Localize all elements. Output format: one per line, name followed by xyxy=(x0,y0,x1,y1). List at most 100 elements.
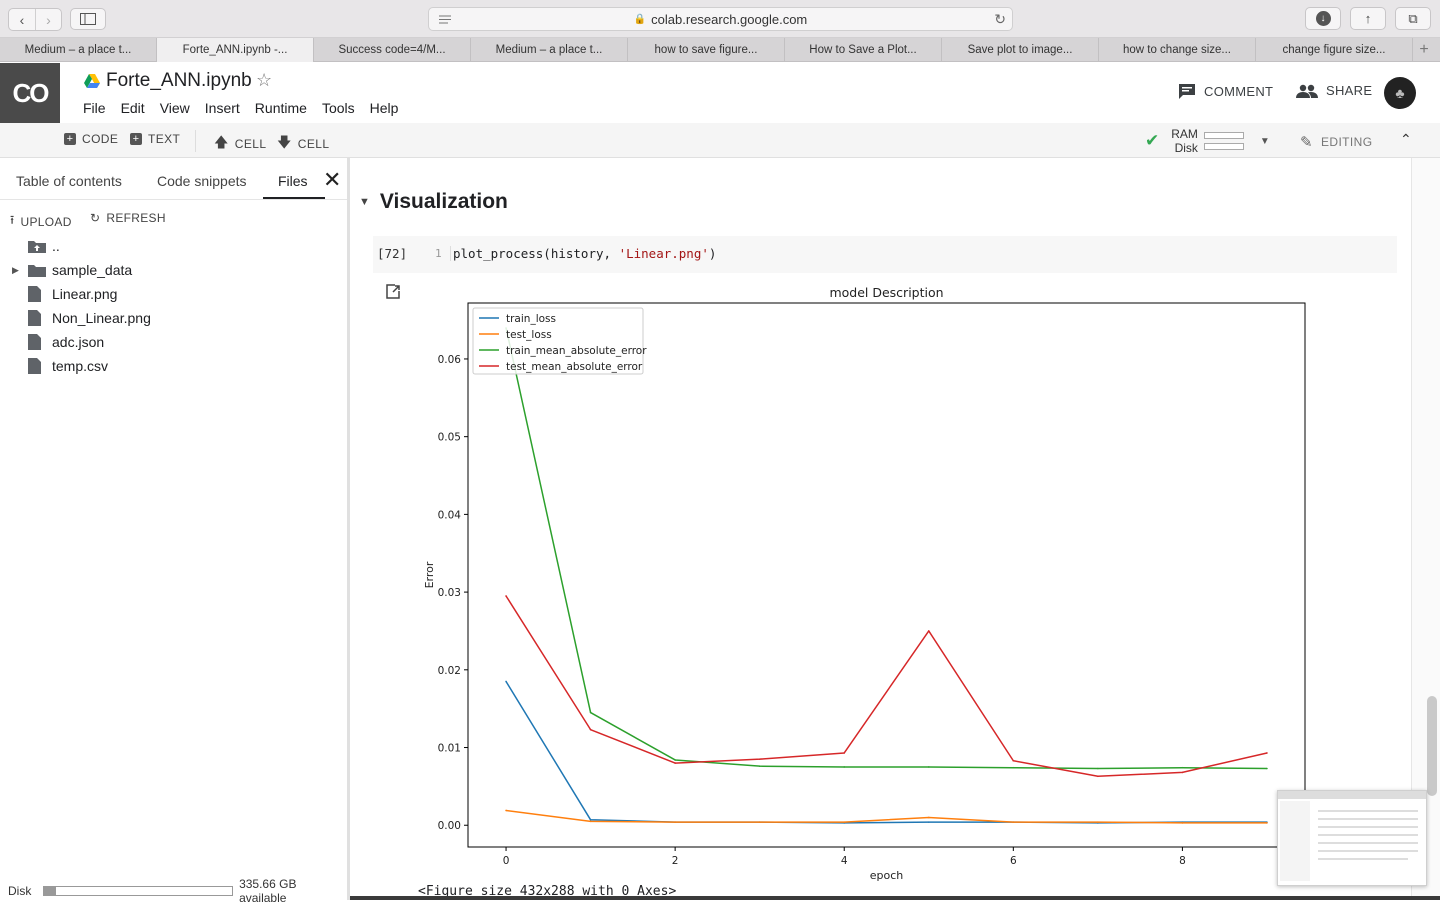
browser-tab[interactable]: Save plot to image... xyxy=(942,38,1099,62)
menu-view[interactable]: View xyxy=(160,100,190,116)
browser-tab[interactable]: change figure size... xyxy=(1256,38,1413,62)
file-name: Non_Linear.png xyxy=(52,310,151,326)
line-chart: model Description 0 2 4 6 8 0.00 0.01 0.02 0.03 0.… xyxy=(423,285,1306,882)
data-point xyxy=(674,762,676,764)
disk-usage: Disk 335.66 GB available xyxy=(8,877,347,905)
menu-tools[interactable]: Tools xyxy=(322,100,355,116)
back-button[interactable]: ‹ xyxy=(9,9,35,30)
code-cell[interactable]: [72] 1 plot_process(history, 'Linear.png… xyxy=(373,236,1397,273)
code-editor[interactable]: plot_process(history, 'Linear.png') xyxy=(450,246,716,261)
menu-insert[interactable]: Insert xyxy=(205,100,240,116)
ram-meter xyxy=(1203,132,1244,139)
x-tick-label: 6 xyxy=(1010,855,1017,867)
browser-tab[interactable]: How to Save a Plot... xyxy=(785,38,942,62)
output-icon[interactable] xyxy=(385,284,401,300)
collapse-section-icon[interactable]: ▼ xyxy=(359,196,370,208)
file-item-sample-data[interactable]: ▶ sample_data xyxy=(12,259,132,281)
pencil-icon: ✎ xyxy=(1300,134,1313,151)
add-code-button[interactable]: + CODE xyxy=(64,132,118,146)
tab-table-of-contents[interactable]: Table of contents xyxy=(16,173,122,189)
move-up-label: CELL xyxy=(234,137,267,151)
comment-icon xyxy=(1179,84,1195,99)
expand-icon[interactable]: ▶ xyxy=(12,265,28,276)
file-icon xyxy=(28,358,52,374)
tab-code-snippets[interactable]: Code snippets xyxy=(157,173,247,189)
resource-indicator[interactable]: ✔ RAM Disk ▼ xyxy=(1145,127,1270,155)
add-text-button[interactable]: + TEXT xyxy=(130,132,180,146)
data-point xyxy=(1266,767,1268,770)
share-browser-button[interactable]: ↑ xyxy=(1350,7,1386,30)
tab-files[interactable]: Files xyxy=(278,173,308,189)
data-point xyxy=(927,816,930,819)
data-point xyxy=(1097,767,1099,770)
data-point xyxy=(758,821,761,823)
colab-logo[interactable]: CO xyxy=(0,63,60,123)
data-point xyxy=(1181,822,1184,824)
browser-tab[interactable]: how to change size... xyxy=(1099,38,1256,62)
upload-button[interactable]: ⭱ UPLOAD xyxy=(10,211,72,232)
x-axis-label: epoch xyxy=(870,869,904,882)
browser-tab[interactable]: how to save figure... xyxy=(628,38,785,62)
file-item-parent[interactable]: .. xyxy=(12,235,60,257)
y-tick-label: 0.03 xyxy=(438,587,461,599)
data-point xyxy=(927,630,930,632)
file-item-adc-json[interactable]: adc.json xyxy=(12,331,104,353)
code-close: ) xyxy=(708,246,717,261)
data-point xyxy=(1012,766,1015,769)
file-item-non-linear-png[interactable]: Non_Linear.png xyxy=(12,307,151,329)
downloads-button[interactable]: ↓ xyxy=(1305,7,1341,30)
check-icon: ✔ xyxy=(1145,131,1160,150)
share-button[interactable]: SHARE xyxy=(1296,83,1372,98)
comment-button[interactable]: COMMENT xyxy=(1178,83,1273,100)
menu-help[interactable]: Help xyxy=(370,100,399,116)
section-header[interactable]: ▼ Visualization xyxy=(359,190,508,214)
y-tick-label: 0.00 xyxy=(438,820,461,832)
menu-runtime[interactable]: Runtime xyxy=(255,100,307,116)
move-cell-up-button[interactable]: 🡅 CELL xyxy=(214,132,266,156)
scrollbar-thumb[interactable] xyxy=(1427,696,1437,796)
sidebar-toggle-button[interactable] xyxy=(70,8,106,30)
colab-header: CO Forte_ANN.ipynb ☆ File Edit View Inse… xyxy=(0,63,1440,123)
download-icon: ↓ xyxy=(1315,11,1331,26)
x-tick-label: 0 xyxy=(503,855,510,867)
move-down-label: CELL xyxy=(297,137,330,151)
forward-button[interactable]: › xyxy=(35,9,61,30)
refresh-button[interactable]: ↻ REFRESH xyxy=(90,211,166,225)
ram-label: RAM xyxy=(1171,127,1198,141)
browser-tab[interactable]: Medium – a place t... xyxy=(0,38,157,62)
address-bar[interactable]: 🔒 colab.research.google.com ↻ xyxy=(428,7,1013,31)
data-point xyxy=(843,766,846,768)
close-icon[interactable]: ✕ xyxy=(323,167,341,193)
browser-tab[interactable]: Forte_ANN.ipynb -... xyxy=(157,38,314,62)
file-name: sample_data xyxy=(52,262,133,278)
upload-icon: ⭱ xyxy=(10,213,15,227)
file-item-linear-png[interactable]: Linear.png xyxy=(12,283,117,305)
side-panel: Table of contents Code snippets Files ✕ … xyxy=(0,158,350,905)
new-tab-button[interactable]: + xyxy=(1413,38,1435,61)
chevron-down-icon[interactable]: ▼ xyxy=(1260,136,1270,147)
chevron-up-icon: ⌃ xyxy=(1400,131,1412,147)
file-name: temp.csv xyxy=(52,358,109,374)
tab-overview-button[interactable]: ⧉ xyxy=(1395,7,1431,30)
resource-labels: RAM Disk xyxy=(1171,127,1198,155)
data-point xyxy=(927,766,930,768)
resource-meters xyxy=(1203,128,1244,154)
y-tick-label: 0.04 xyxy=(438,509,462,521)
menu-file[interactable]: File xyxy=(83,100,106,116)
reload-icon[interactable]: ↻ xyxy=(994,11,1006,28)
disk-usage-fill xyxy=(44,887,56,895)
browser-tab[interactable]: Medium – a place t... xyxy=(471,38,628,62)
data-point xyxy=(589,819,592,821)
active-tab-indicator xyxy=(263,197,325,199)
editing-mode[interactable]: ✎ EDITING xyxy=(1300,133,1372,151)
move-cell-down-button[interactable]: 🡇 CELL xyxy=(277,132,329,156)
screenshot-thumbnail[interactable] xyxy=(1277,790,1427,886)
star-icon[interactable]: ☆ xyxy=(256,70,272,91)
browser-tab[interactable]: Success code=4/M... xyxy=(314,38,471,62)
share-icon: ↑ xyxy=(1364,11,1372,26)
menu-edit[interactable]: Edit xyxy=(121,100,145,116)
collapse-header-button[interactable]: ⌃ xyxy=(1400,131,1412,148)
notebook-title[interactable]: Forte_ANN.ipynb xyxy=(84,70,252,92)
file-item-temp-csv[interactable]: temp.csv xyxy=(12,355,108,377)
avatar[interactable]: ♣ xyxy=(1384,77,1416,109)
